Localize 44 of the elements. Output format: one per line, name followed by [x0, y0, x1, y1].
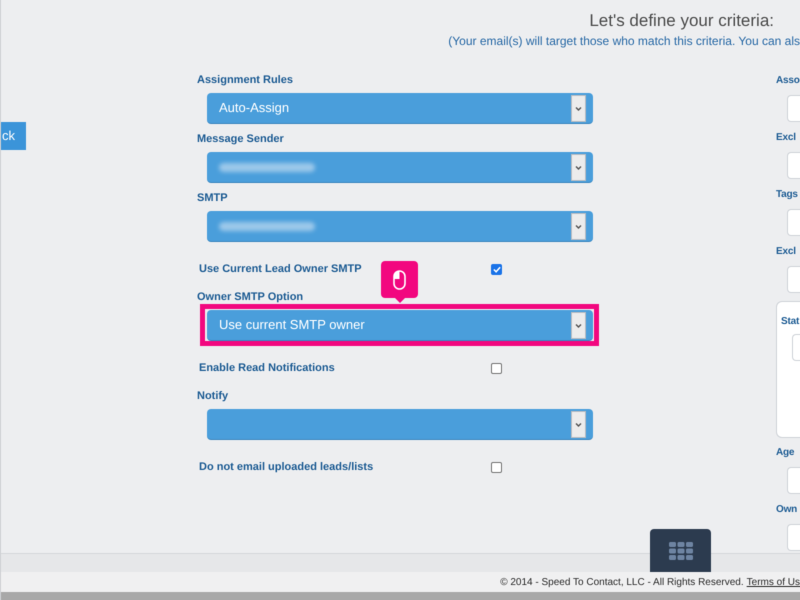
input-field[interactable]	[787, 524, 800, 551]
checkbox[interactable]	[491, 264, 502, 274]
chevron-down-icon	[571, 212, 586, 240]
checkbox-label: Enable Read Notifications	[198, 361, 336, 376]
field-label: Owner SMTP Option	[197, 290, 304, 305]
dropdown[interactable]	[207, 409, 593, 440]
dropdown[interactable]	[207, 152, 593, 183]
field-label: Notify	[197, 389, 230, 404]
field-label: Assignment Rules	[197, 73, 294, 88]
input-field[interactable]	[792, 334, 800, 361]
checkbox-label: Do not email uploaded leads/lists	[198, 460, 374, 475]
field-label: Own	[776, 503, 798, 517]
field-label: Asso	[776, 74, 800, 88]
dropdown[interactable]: Use current SMTP owner	[207, 310, 593, 341]
chevron-down-icon	[571, 94, 586, 122]
input-field[interactable]	[787, 95, 800, 122]
dropdown[interactable]: Auto-Assign	[207, 93, 593, 124]
input-field[interactable]	[787, 152, 800, 179]
checkbox[interactable]	[491, 362, 502, 374]
input-field[interactable]	[787, 209, 800, 236]
checkbox[interactable]	[491, 462, 502, 472]
checkbox-label: Use Current Lead Owner SMTP	[198, 262, 363, 277]
copyright-text: © 2014 - Speed To Contact, LLC - All Rights Reserved.	[500, 576, 744, 590]
input-field[interactable]	[787, 266, 800, 293]
keypad-button[interactable]	[650, 529, 711, 572]
field-label: SMTP	[197, 191, 229, 206]
page-subtitle: (Your email(s) will target those who match this criteria. You can als	[448, 33, 800, 49]
field-label: Message Sender	[197, 132, 285, 147]
page-heading: Let's define your criteria:	[589, 10, 774, 32]
dropdown[interactable]	[207, 211, 593, 242]
chevron-down-icon	[571, 410, 586, 438]
field-label: Excl	[776, 245, 797, 259]
chevron-down-icon	[571, 312, 586, 338]
field-label: Tags	[776, 188, 799, 202]
field-label: Excl	[776, 131, 797, 145]
field-label: Stat	[781, 315, 800, 329]
back-button[interactable]: ck	[1, 122, 26, 150]
checkmark-icon	[492, 266, 500, 272]
mouse-icon	[393, 270, 406, 290]
field-label: Age	[776, 446, 796, 460]
terms-link[interactable]: Terms of Us	[746, 574, 800, 590]
chevron-down-icon	[571, 154, 586, 180]
grid-icon	[668, 542, 692, 560]
input-field[interactable]	[787, 467, 800, 494]
